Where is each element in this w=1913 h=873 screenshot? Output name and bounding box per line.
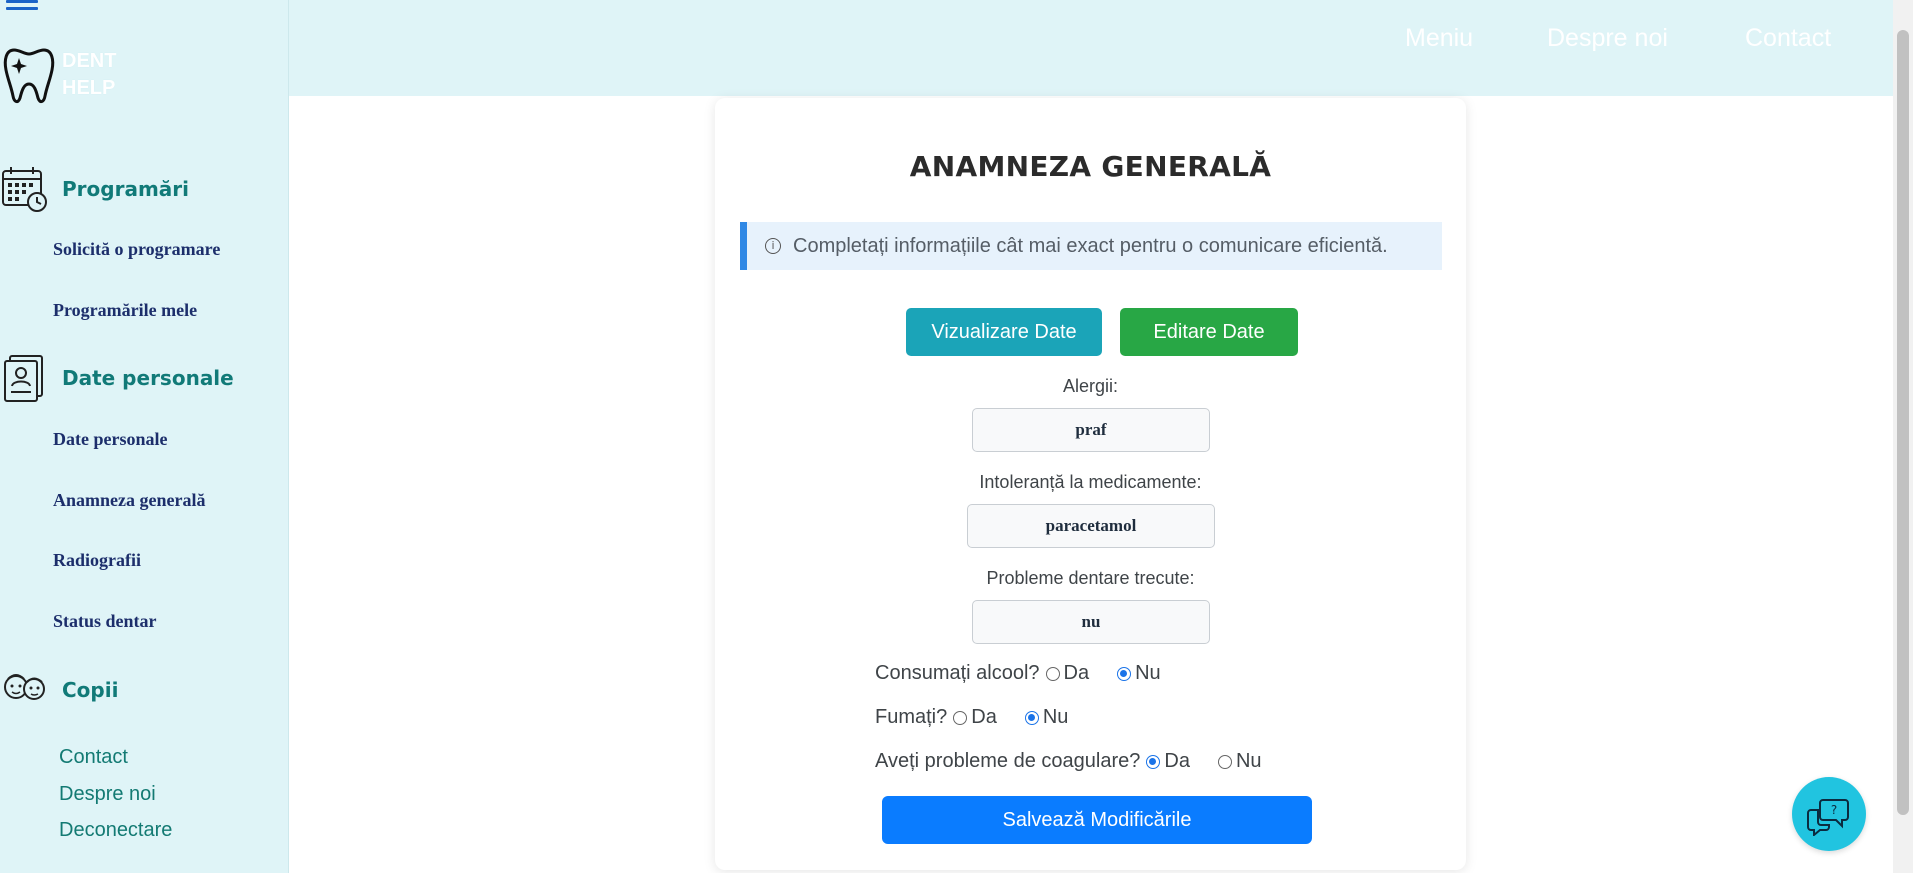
allergies-field[interactable]: praf <box>972 408 1210 452</box>
page-scrollbar[interactable] <box>1893 0 1913 873</box>
coagulation-radio-nu[interactable] <box>1217 754 1232 769</box>
smoking-question: Fumați? Da Nu <box>875 706 1090 729</box>
info-icon: i <box>765 238 781 254</box>
top-header: Meniu Despre noi Contact <box>289 0 1893 96</box>
page-title: ANAMNEZA GENERALĂ <box>909 150 1272 183</box>
personal-file-icon <box>4 355 43 402</box>
coagulation-option-nu-label: Nu <box>1235 750 1262 772</box>
smoking-option-nu-label: Nu <box>1042 706 1069 728</box>
sidebar-section-programari[interactable]: Programări <box>0 164 189 214</box>
hamburger-menu-icon[interactable] <box>6 0 38 12</box>
alcohol-radio-nu[interactable] <box>1117 666 1132 681</box>
alcohol-question: Consumați alcool? Da Nu <box>875 662 1183 685</box>
past-dental-problems-label: Probleme dentare trecute: <box>986 568 1195 588</box>
sidebar-item-anamneza-generala[interactable]: Anamneza generală <box>53 490 205 511</box>
section-title-programari: Programări <box>62 177 189 201</box>
alcohol-radio-da[interactable] <box>1045 666 1060 681</box>
sidebar: DENT HELP Programări Solicită o programa… <box>0 0 289 873</box>
nav-despre-noi[interactable]: Despre noi <box>1547 24 1668 53</box>
coagulation-question: Aveți probleme de coagulare? Da Nu <box>875 750 1284 773</box>
allergies-label: Alergii: <box>1062 376 1119 396</box>
past-dental-problems-field[interactable]: nu <box>972 600 1210 644</box>
smoking-radio-da[interactable] <box>953 710 968 725</box>
coagulation-radio-da[interactable] <box>1146 754 1161 769</box>
save-changes-button[interactable]: Salvează Modificările <box>882 796 1312 844</box>
brand-logo[interactable]: DENT HELP <box>2 44 116 106</box>
sidebar-item-date-personale[interactable]: Date personale <box>53 429 167 450</box>
smoking-question-label: Fumați? <box>875 706 948 728</box>
smoking-radio-nu[interactable] <box>1024 710 1039 725</box>
drug-intolerance-label: Intoleranță la medicamente: <box>979 472 1202 492</box>
coagulation-question-label: Aveți probleme de coagulare? <box>875 750 1141 772</box>
sidebar-item-solicita-programare[interactable]: Solicită o programare <box>53 239 220 260</box>
chat-help-button[interactable]: ? <box>1792 777 1866 851</box>
info-alert: i Completați informațiile cât mai exact … <box>740 222 1442 270</box>
sidebar-link-contact[interactable]: Contact <box>59 746 128 769</box>
section-title-copii: Copii <box>62 678 119 702</box>
brand-text: DENT HELP <box>62 48 116 102</box>
sidebar-section-copii[interactable]: Copii <box>0 665 118 715</box>
tooth-logo-icon <box>3 48 55 104</box>
sidebar-item-status-dentar[interactable]: Status dentar <box>53 611 157 632</box>
smoking-option-nu[interactable]: Nu <box>1019 706 1069 729</box>
sidebar-item-programarile-mele[interactable]: Programările mele <box>53 300 197 321</box>
children-icon <box>4 674 45 700</box>
alcohol-question-label: Consumați alcool? <box>875 662 1040 684</box>
alcohol-option-nu[interactable]: Nu <box>1111 662 1161 685</box>
drug-intolerance-field[interactable]: paracetamol <box>967 504 1215 548</box>
smoking-option-da[interactable]: Da <box>947 706 997 729</box>
view-data-button[interactable]: Vizualizare Date <box>906 308 1102 356</box>
alcohol-option-da[interactable]: Da <box>1040 662 1090 685</box>
alcohol-option-da-label: Da <box>1063 662 1090 684</box>
sidebar-link-despre-noi[interactable]: Despre noi <box>59 783 156 806</box>
nav-meniu[interactable]: Meniu <box>1405 24 1473 53</box>
coagulation-option-nu[interactable]: Nu <box>1212 750 1262 773</box>
svg-text:?: ? <box>1831 803 1837 817</box>
brand-line-2: HELP <box>62 77 116 99</box>
sidebar-item-radiografii[interactable]: Radiografii <box>53 550 141 571</box>
edit-data-button[interactable]: Editare Date <box>1120 308 1298 356</box>
chat-help-icon: ? <box>1807 799 1849 836</box>
coagulation-option-da-label: Da <box>1164 750 1190 772</box>
anamnesis-card: ANAMNEZA GENERALĂ i Completați informați… <box>715 98 1466 870</box>
info-alert-text: Completați informațiile cât mai exact pe… <box>793 234 1388 257</box>
scrollbar-thumb[interactable] <box>1897 30 1909 815</box>
sidebar-section-date-personale[interactable]: Date personale <box>0 353 234 403</box>
alcohol-option-nu-label: Nu <box>1135 662 1161 684</box>
calendar-clock-icon <box>2 167 47 212</box>
smoking-option-da-label: Da <box>971 706 997 728</box>
brand-line-1: DENT <box>62 50 117 72</box>
nav-contact[interactable]: Contact <box>1745 24 1831 53</box>
section-title-date-personale: Date personale <box>62 366 234 390</box>
coagulation-option-da[interactable]: Da <box>1140 750 1190 773</box>
sidebar-link-deconectare[interactable]: Deconectare <box>59 819 172 842</box>
